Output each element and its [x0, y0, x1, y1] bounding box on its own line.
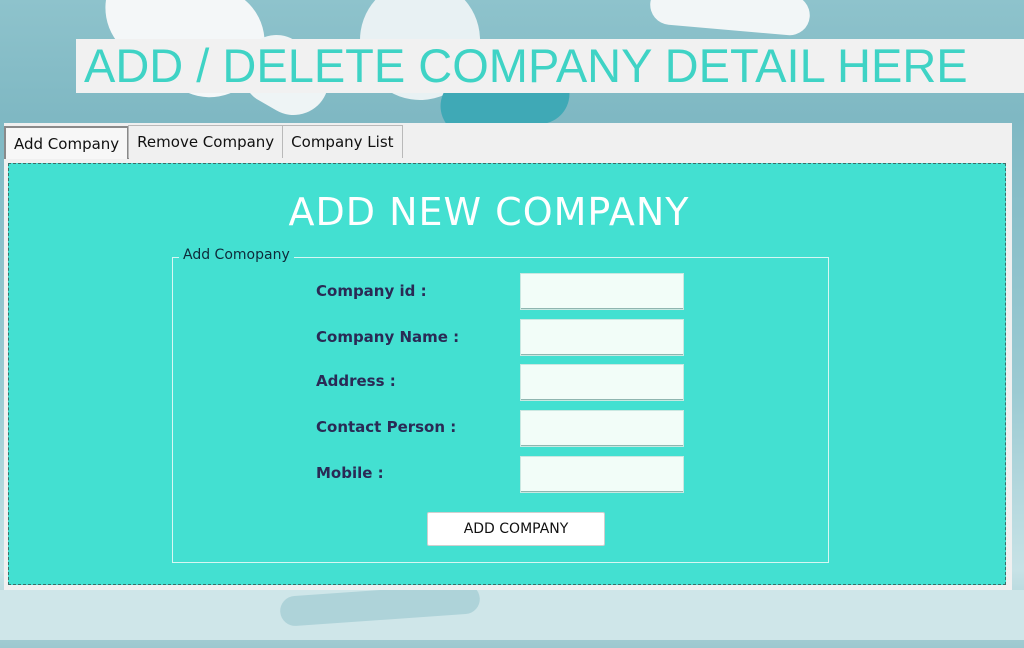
add-company-button[interactable]: ADD COMPANY [427, 512, 605, 546]
contact-person-input[interactable] [520, 410, 684, 447]
page-banner: ADD / DELETE COMPANY DETAIL HERE [76, 39, 1024, 93]
app-screen: ADD / DELETE COMPANY DETAIL HERE Add Com… [0, 0, 1024, 648]
address-input[interactable] [520, 364, 684, 401]
company-id-input[interactable] [520, 273, 684, 310]
tab-company-list[interactable]: Company List [282, 125, 403, 158]
add-company-panel: ADD NEW COMPANY Add Comopany Company id … [8, 163, 1006, 585]
add-company-groupbox: Add Comopany Company id : Company Name :… [172, 247, 829, 563]
company-name-label: Company Name : [316, 328, 460, 346]
company-name-input[interactable] [520, 319, 684, 356]
mobile-label: Mobile : [316, 464, 384, 482]
tab-add-company[interactable]: Add Company [4, 126, 130, 159]
mobile-input[interactable] [520, 456, 684, 493]
background-pill-shape [648, 0, 812, 37]
page-title: ADD / DELETE COMPANY DETAIL HERE [84, 39, 968, 92]
company-window: Add Company Remove Company Company List … [4, 123, 1012, 590]
address-label: Address : [316, 372, 396, 390]
groupbox-label: Add Comopany [179, 247, 294, 263]
contact-person-label: Contact Person : [316, 418, 457, 436]
company-id-label: Company id : [316, 282, 427, 300]
tab-bar: Add Company Remove Company Company List [4, 123, 403, 161]
tab-remove-company[interactable]: Remove Company [128, 125, 284, 158]
background-floor [0, 590, 1024, 640]
panel-title: ADD NEW COMPANY [288, 190, 690, 234]
